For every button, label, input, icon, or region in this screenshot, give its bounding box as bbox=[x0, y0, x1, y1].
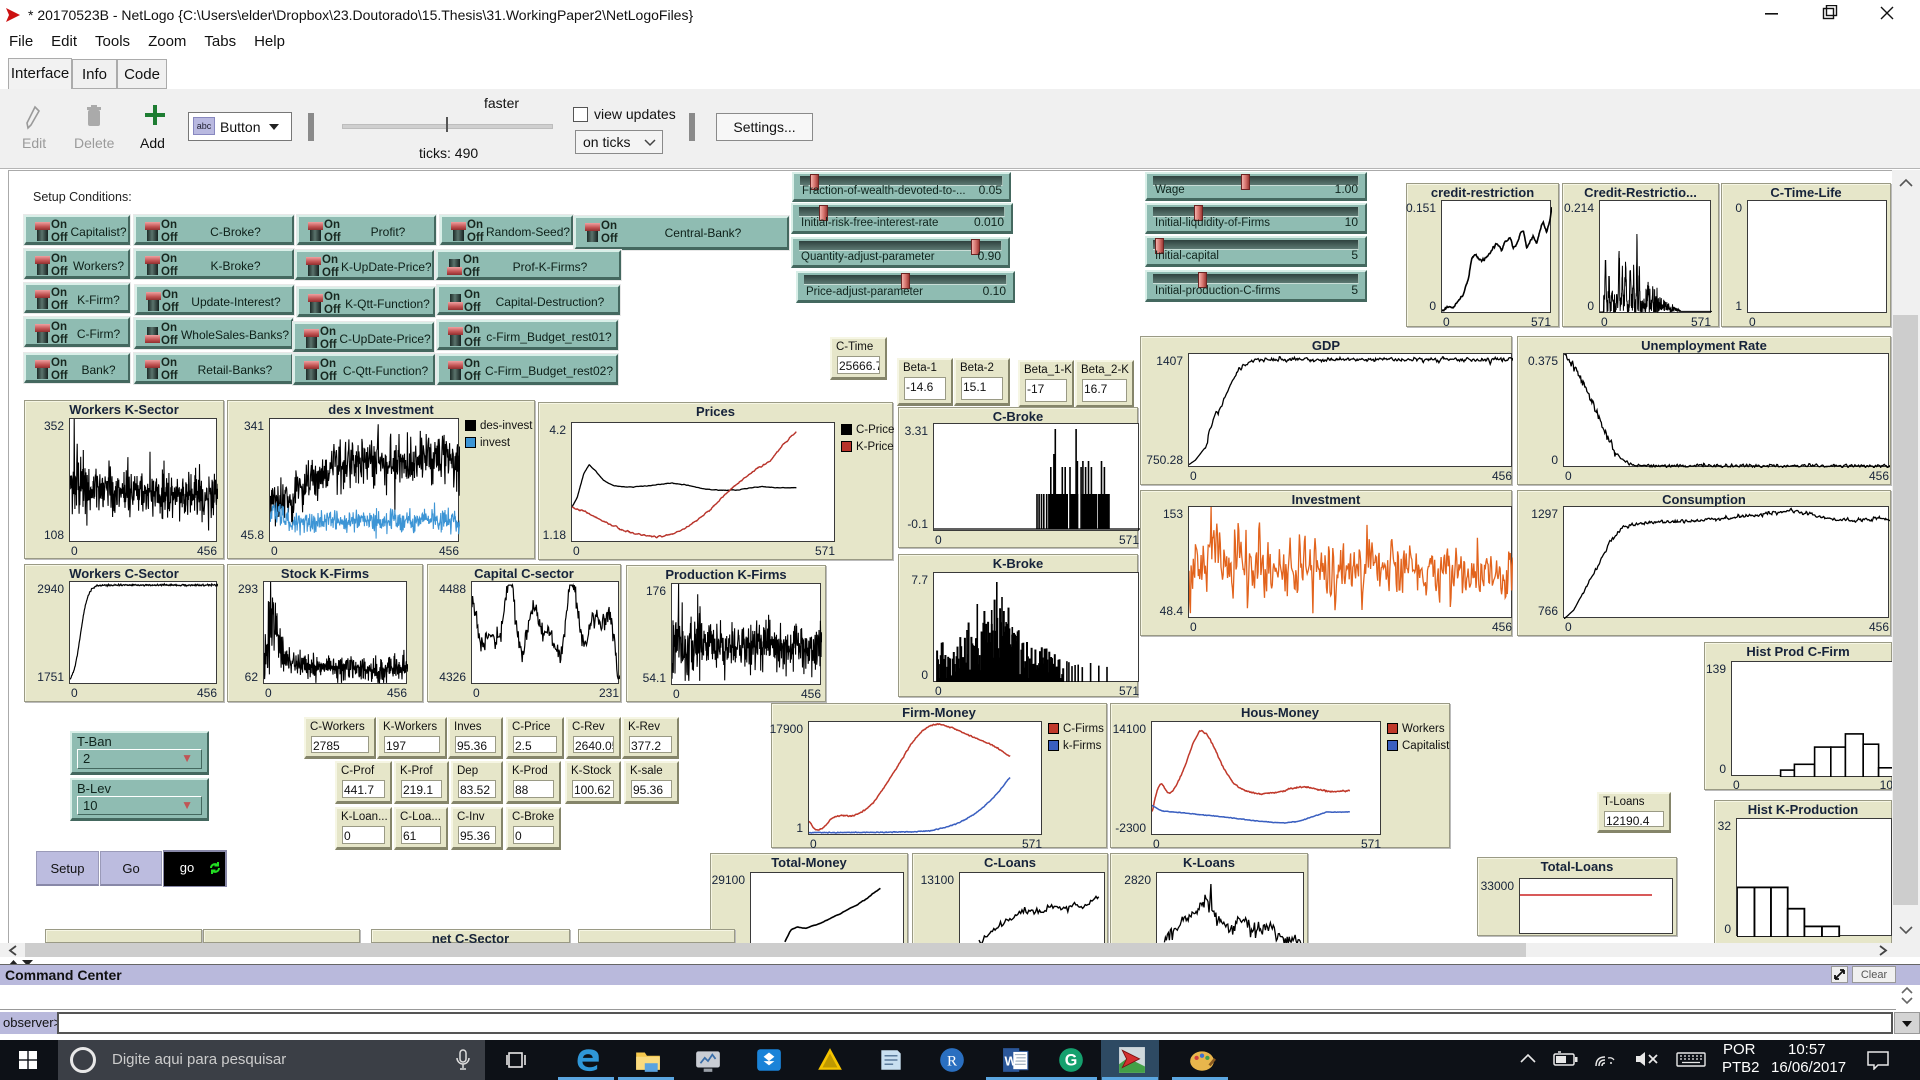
svg-text:R: R bbox=[947, 1053, 958, 1069]
svg-text:G: G bbox=[1065, 1051, 1078, 1069]
svg-text:W: W bbox=[1005, 1053, 1018, 1068]
